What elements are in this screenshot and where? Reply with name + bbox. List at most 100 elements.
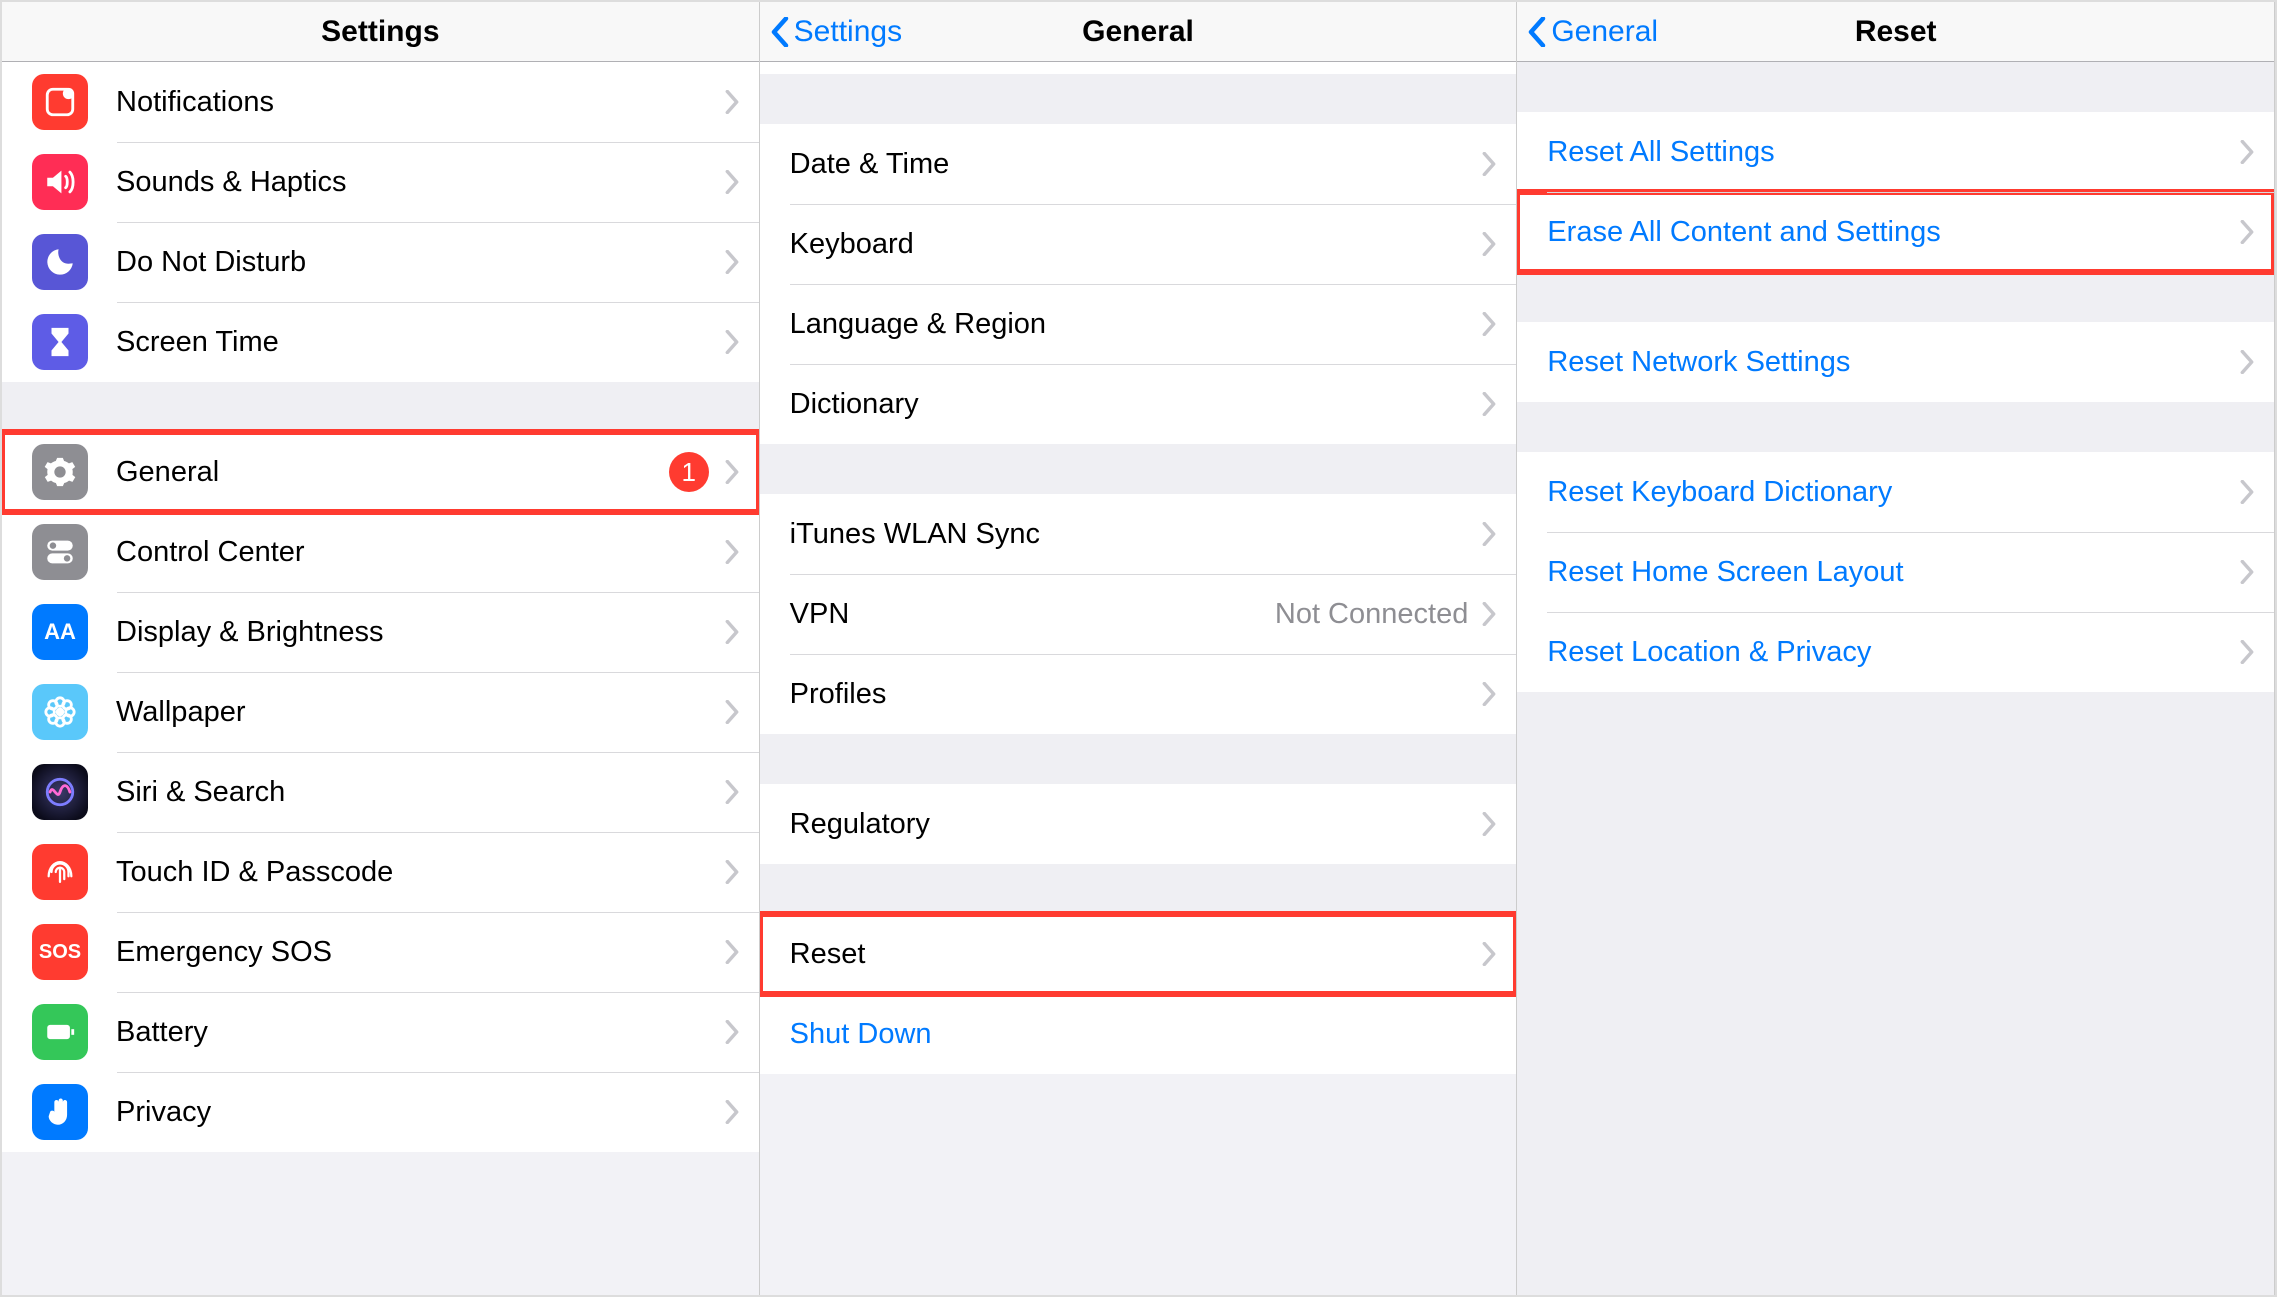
gear-icon [32, 444, 88, 500]
row-resetkeyboard[interactable]: Reset Keyboard Dictionary [1517, 452, 2274, 532]
hand-icon [32, 1084, 88, 1140]
chevron-right-icon [725, 90, 739, 114]
chevron-right-icon [2240, 220, 2254, 244]
settings-row-wallpaper[interactable]: Wallpaper [2, 672, 759, 752]
settings-row-siri[interactable]: Siri & Search [2, 752, 759, 832]
settings-row-controlcenter[interactable]: Control Center [2, 512, 759, 592]
settings-row-notifications[interactable]: Notifications [2, 62, 759, 142]
row-label: Touch ID & Passcode [116, 856, 393, 889]
chevron-right-icon [1482, 232, 1496, 256]
chevron-right-icon [2240, 140, 2254, 164]
settings-row-display[interactable]: AADisplay & Brightness [2, 592, 759, 672]
row-vpn[interactable]: VPN Not Connected [760, 574, 1517, 654]
row-value: Not Connected [1275, 598, 1468, 631]
row-itunes[interactable]: iTunes WLAN Sync [760, 494, 1517, 574]
settings-row-sounds[interactable]: Sounds & Haptics [2, 142, 759, 222]
chevron-right-icon [725, 700, 739, 724]
row-eraseall[interactable]: Erase All Content and Settings [1517, 192, 2274, 272]
flower-icon [32, 684, 88, 740]
row-resetnetwork[interactable]: Reset Network Settings [1517, 322, 2274, 402]
page-title: Reset [1855, 15, 1937, 49]
row-label: Reset All Settings [1547, 136, 1774, 169]
back-button[interactable]: General [1527, 2, 1658, 61]
row-label: Do Not Disturb [116, 246, 306, 279]
row-label: Display & Brightness [116, 616, 384, 649]
navbar-reset: General Reset [1517, 2, 2274, 62]
row-label: Screen Time [116, 326, 279, 359]
settings-row-screentime[interactable]: Screen Time [2, 302, 759, 382]
settings-row-dnd[interactable]: Do Not Disturb [2, 222, 759, 302]
row-language[interactable]: Language & Region [760, 284, 1517, 364]
chevron-left-icon [770, 17, 790, 47]
section-gap [2, 382, 759, 432]
row-label: General [116, 456, 219, 489]
settings-body: Notifications Sounds & Haptics Do Not Dist… [2, 62, 759, 1295]
chevron-right-icon [1482, 312, 1496, 336]
chevron-left-icon [1527, 17, 1547, 47]
battery-icon [32, 1004, 88, 1060]
chevron-right-icon [1482, 392, 1496, 416]
reset-body: Reset All Settings Erase All Content and … [1517, 62, 2274, 1295]
settings-row-general[interactable]: General1 [2, 432, 759, 512]
notifications-icon [32, 74, 88, 130]
chevron-right-icon [725, 620, 739, 644]
row-resetall[interactable]: Reset All Settings [1517, 112, 2274, 192]
chevron-right-icon [1482, 682, 1496, 706]
row-datetime[interactable]: Date & Time [760, 124, 1517, 204]
hourglass-icon [32, 314, 88, 370]
row-label: Emergency SOS [116, 936, 332, 969]
sounds-icon [32, 154, 88, 210]
row-label: Control Center [116, 536, 305, 569]
section-gap [1517, 62, 2274, 112]
row-label: iTunes WLAN Sync [790, 518, 1040, 551]
row-reset[interactable]: Reset [760, 914, 1517, 994]
chevron-right-icon [2240, 560, 2254, 584]
row-keyboard[interactable]: Keyboard [760, 204, 1517, 284]
chevron-right-icon [2240, 480, 2254, 504]
row-resethome[interactable]: Reset Home Screen Layout [1517, 532, 2274, 612]
sos-icon: SOS [32, 924, 88, 980]
row-dictionary[interactable]: Dictionary [760, 364, 1517, 444]
panel-reset: General Reset Reset All Settings Erase Al… [1517, 2, 2275, 1295]
chevron-right-icon [725, 860, 739, 884]
settings-row-privacy[interactable]: Privacy [2, 1072, 759, 1152]
row-label: Wallpaper [116, 696, 245, 729]
row-regulatory[interactable]: Regulatory [760, 784, 1517, 864]
chevron-right-icon [1482, 152, 1496, 176]
row-label: Reset [790, 938, 866, 971]
chevron-right-icon [725, 540, 739, 564]
chevron-right-icon [725, 330, 739, 354]
back-button[interactable]: Settings [770, 2, 902, 61]
row-label: Profiles [790, 678, 887, 711]
row-profiles[interactable]: Profiles [760, 654, 1517, 734]
settings-row-sos[interactable]: SOS Emergency SOS [2, 912, 759, 992]
chevron-right-icon [725, 940, 739, 964]
chevron-right-icon [725, 250, 739, 274]
chevron-right-icon [1482, 942, 1496, 966]
section-gap [1517, 692, 2274, 1295]
row-label: Privacy [116, 1096, 211, 1129]
row-label: Shut Down [790, 1018, 932, 1051]
row-label: Regulatory [790, 808, 930, 841]
row-resetlocation[interactable]: Reset Location & Privacy [1517, 612, 2274, 692]
settings-row-touchid[interactable]: Touch ID & Passcode [2, 832, 759, 912]
navbar-general: Settings General [760, 2, 1517, 62]
section-gap [760, 864, 1517, 914]
row-label: Siri & Search [116, 776, 285, 809]
row-label: Keyboard [790, 228, 914, 261]
row-shutdown[interactable]: Shut Down [760, 994, 1517, 1074]
row-label: Reset Network Settings [1547, 346, 1850, 379]
section-gap [1517, 402, 2274, 452]
chevron-right-icon [1482, 602, 1496, 626]
chevron-right-icon [2240, 350, 2254, 374]
row-label: Dictionary [790, 388, 919, 421]
page-title: Settings [321, 15, 439, 49]
moon-icon [32, 234, 88, 290]
panel-settings: Settings Notifications Sounds & Haptics Do… [2, 2, 760, 1295]
settings-row-battery[interactable]: Battery [2, 992, 759, 1072]
row-label: Sounds & Haptics [116, 166, 347, 199]
row-label: Date & Time [790, 148, 950, 181]
chevron-right-icon [725, 780, 739, 804]
section-gap [760, 74, 1517, 124]
row-label: VPN [790, 598, 850, 631]
